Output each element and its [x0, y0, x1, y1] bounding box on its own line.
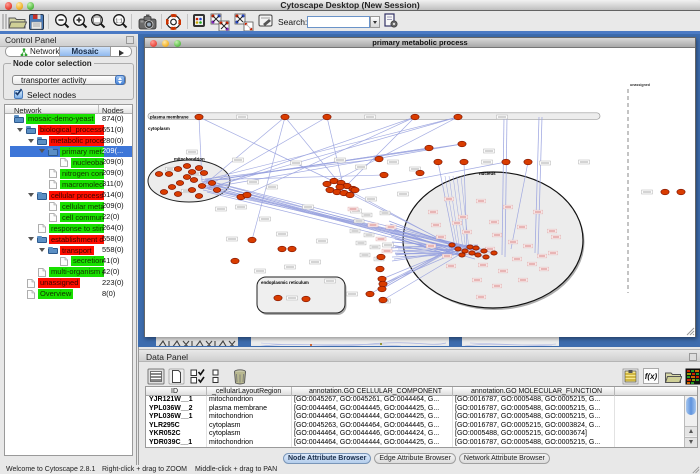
svg-text:nucleus: nucleus — [479, 171, 496, 176]
svg-text:1:1: 1:1 — [115, 18, 123, 24]
svg-text:unassigned: unassigned — [630, 83, 650, 87]
svg-text:plasma membrane: plasma membrane — [150, 115, 189, 120]
svg-text:endoplasmic reticulum: endoplasmic reticulum — [261, 280, 309, 285]
svg-text:mitochondrion: mitochondrion — [174, 157, 205, 162]
svg-text:cytoplasm: cytoplasm — [148, 126, 170, 131]
